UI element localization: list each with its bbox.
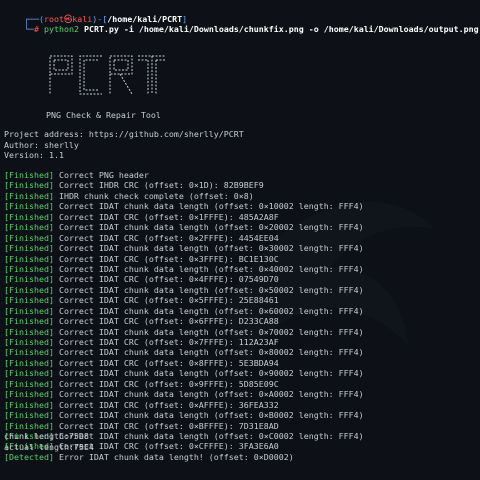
finished-tag: [Finished] bbox=[4, 243, 54, 254]
log-line: [Finished] Correct IDAT chunk data lengt… bbox=[4, 410, 364, 420]
command-line: └─# python2 PCRT.py -i /home/kali/Downlo… bbox=[4, 14, 479, 45]
finished-tag: [Finished] bbox=[4, 410, 54, 421]
log-line: [Finished] Correct IDAT chunk data lengt… bbox=[4, 201, 364, 211]
log-message: Correct IDAT chunk data length (offset: … bbox=[53, 243, 364, 254]
finished-tag: [Finished] bbox=[4, 263, 54, 274]
log-output: [Finished] Correct PNG header [Finished] … bbox=[4, 170, 364, 462]
finished-tag: [Finished] bbox=[4, 201, 54, 212]
finished-tag: [Finished] bbox=[4, 190, 54, 201]
banner-tagline: PNG Check & Repair Tool bbox=[46, 110, 161, 120]
command-binary: python2 bbox=[43, 24, 79, 35]
log-line: [Finished] Correct IDAT chunk data lengt… bbox=[4, 264, 364, 274]
prompt-corner: └─ bbox=[23, 24, 34, 35]
log-message: Correct IDAT CRC (offset: 0×7FFFE): 112A… bbox=[53, 337, 279, 347]
finished-tag: [Finished] bbox=[4, 211, 54, 222]
log-line: [Finished] Correct IDAT CRC (offset: 0×6… bbox=[4, 316, 364, 326]
log-message: Correct IDAT chunk data length (offset: … bbox=[53, 326, 364, 337]
prompt-hash: # bbox=[33, 24, 39, 35]
finished-tag: [Finished] bbox=[4, 357, 54, 368]
log-line: [Finished] Correct IDAT CRC (offset: 0×1… bbox=[4, 212, 364, 222]
log-message: Correct IDAT CRC (offset: 0×AFFFE): 36FE… bbox=[53, 399, 279, 410]
finished-tag: [Finished] bbox=[4, 253, 54, 264]
log-line: [Finished] Correct IDAT chunk data lengt… bbox=[4, 389, 364, 399]
log-message: Correct IDAT chunk data length (offset: … bbox=[53, 222, 364, 233]
finished-tag: [Finished] bbox=[4, 180, 54, 191]
log-message: Correct IDAT CRC (offset: 0×BFFFE): 7D31… bbox=[53, 420, 279, 431]
log-line: [Finished] Correct IDAT CRC (offset: 0×B… bbox=[4, 421, 364, 431]
terminal-window[interactable]: ┌──(root㉿kali)-[/home/kali/PCRT] └─# pyt… bbox=[0, 0, 480, 480]
log-message: Correct IDAT chunk data length (offset: … bbox=[53, 201, 364, 212]
finished-tag: [Finished] bbox=[4, 389, 54, 400]
log-line: [Finished] Correct IDAT chunk data lengt… bbox=[4, 327, 364, 337]
finished-tag: [Finished] bbox=[4, 326, 54, 337]
log-message: Correct IDAT chunk data length (offset: … bbox=[53, 389, 364, 400]
log-message: Correct IDAT chunk data length (offset: … bbox=[53, 284, 364, 295]
log-line: [Finished] Correct IDAT CRC (offset: 0×8… bbox=[4, 358, 364, 368]
log-message: Correct IDAT CRC (offset: 0×5FFFE): 25E8… bbox=[53, 295, 279, 306]
command-args: -i /home/kali/Downloads/chunkfix.png -o … bbox=[123, 24, 479, 35]
finished-tag: [Finished] bbox=[4, 295, 54, 306]
chunk-length-line: chunk length:75D8 bbox=[4, 431, 89, 441]
log-message: Correct IDAT CRC (offset: 0×6FFFE): D233… bbox=[53, 316, 279, 327]
log-line: [Finished] Correct IDAT CRC (offset: 0×7… bbox=[4, 337, 364, 347]
log-message: Correct IHDR CRC (offset: 0×1D): 82B9BEF… bbox=[53, 180, 264, 191]
actual-length-line: actual length:75E4 bbox=[4, 441, 94, 452]
finished-tag: [Finished] bbox=[4, 170, 54, 180]
log-line: [Finished] Correct IHDR CRC (offset: 0×1… bbox=[4, 180, 364, 190]
pcrt-ascii-logo bbox=[49, 55, 166, 95]
finished-tag: [Finished] bbox=[4, 347, 54, 358]
log-message: Correct IDAT CRC (offset: 0×2FFFE): 4454… bbox=[53, 232, 279, 243]
log-message: IHDR chunk check complete (offset: 0×8) bbox=[53, 190, 254, 201]
log-message: Correct IDAT CRC (offset: 0×8FFFE): 5E3B… bbox=[53, 357, 279, 368]
finished-tag: [Finished] bbox=[4, 222, 54, 233]
log-line: [Finished] Correct IDAT CRC (offset: 0×4… bbox=[4, 274, 364, 284]
log-message: Correct IDAT CRC (offset: 0×4FFFE): 0754… bbox=[53, 274, 279, 285]
log-message: Correct IDAT CRC (offset: 0×1FFFE): 485A… bbox=[53, 211, 279, 222]
log-line: [Finished] Correct IDAT chunk data lengt… bbox=[4, 368, 364, 378]
log-message: Correct IDAT chunk data length (offset: … bbox=[53, 368, 364, 379]
author-line: Author: sherlly bbox=[4, 139, 79, 150]
finished-tag: [Finished] bbox=[4, 368, 54, 379]
finished-tag: [Finished] bbox=[4, 399, 54, 410]
log-line: [Finished] Correct IDAT CRC (offset: 0×3… bbox=[4, 254, 364, 264]
finished-tag: [Finished] bbox=[4, 305, 54, 316]
version-line: Version: 1.1 bbox=[4, 150, 64, 160]
log-message: Correct IDAT CRC (offset: 0×9FFFE): 5D85… bbox=[53, 378, 279, 389]
log-line: [Finished] IHDR chunk check complete (of… bbox=[4, 191, 364, 201]
command-script: PCRT.py bbox=[83, 24, 119, 35]
log-line: [Finished] Correct IDAT CRC (offset: 0×9… bbox=[4, 379, 364, 389]
log-message: Error IDAT chunk data length! (offset: 0… bbox=[53, 451, 294, 462]
log-line: [Finished] Correct IDAT CRC (offset: 0×2… bbox=[4, 233, 364, 243]
log-line: [Finished] Correct IDAT chunk data lengt… bbox=[4, 285, 364, 295]
log-line: [Detected] Error IDAT chunk data length!… bbox=[4, 452, 364, 462]
log-message: Correct IDAT chunk data length (offset: … bbox=[53, 263, 364, 274]
finished-tag: [Finished] bbox=[4, 378, 54, 389]
log-message: Correct PNG header bbox=[53, 170, 149, 180]
log-line: [Finished] Correct IDAT chunk data lengt… bbox=[4, 347, 364, 357]
log-message: Correct IDAT CRC (offset: 0×3FFFE): BC1E… bbox=[53, 253, 279, 264]
log-line: [Finished] Correct IDAT CRC (offset: 0×A… bbox=[4, 400, 364, 410]
log-message: Correct IDAT chunk data length (offset: … bbox=[53, 410, 364, 421]
finished-tag: [Finished] bbox=[4, 420, 54, 431]
log-message: Correct IDAT chunk data length (offset: … bbox=[53, 430, 364, 441]
finished-tag: [Finished] bbox=[4, 337, 54, 347]
detected-tag: [Detected] bbox=[4, 451, 54, 462]
log-line: [Finished] Correct IDAT chunk data lengt… bbox=[4, 243, 364, 253]
log-message: Correct IDAT chunk data length (offset: … bbox=[53, 347, 364, 358]
finished-tag: [Finished] bbox=[4, 316, 54, 327]
log-line: [Finished] Correct IDAT CRC (offset: 0×5… bbox=[4, 295, 364, 305]
finished-tag: [Finished] bbox=[4, 232, 54, 243]
log-line: [Finished] Correct IDAT chunk data lengt… bbox=[4, 222, 364, 232]
log-line: [Finished] Correct IDAT chunk data lengt… bbox=[4, 306, 364, 316]
finished-tag: [Finished] bbox=[4, 284, 54, 295]
project-address: Project address: https://github.com/sher… bbox=[4, 129, 244, 139]
log-message: Correct IDAT chunk data length (offset: … bbox=[53, 305, 364, 316]
finished-tag: [Finished] bbox=[4, 274, 54, 285]
log-line: [Finished] Correct PNG header bbox=[4, 170, 364, 180]
